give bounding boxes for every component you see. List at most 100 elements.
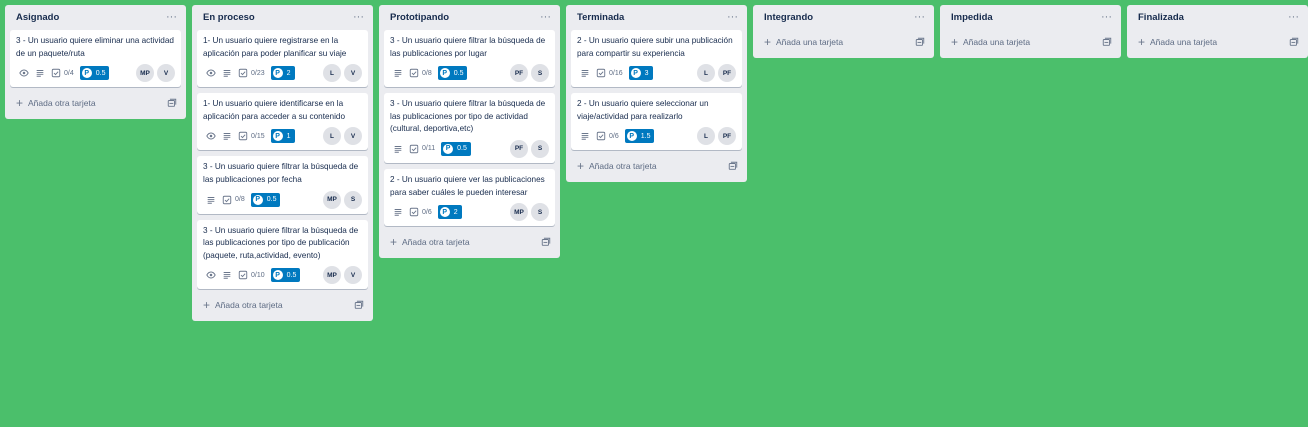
add-card-button[interactable]: + Añada una tarjeta — [1132, 30, 1303, 54]
list-integrando[interactable]: Integrando ··· + Añada una tarjeta — [753, 5, 934, 58]
checklist-badge: 0/23 — [238, 68, 265, 78]
add-card-button[interactable]: + Añada una tarjeta — [758, 30, 929, 54]
list-prototipando[interactable]: Prototipando ··· 3 - Un usuario quiere fil… — [379, 5, 560, 259]
checklist-icon — [409, 144, 419, 154]
description-icon — [35, 68, 45, 78]
add-card-button[interactable]: + Añada una tarjeta — [945, 30, 1116, 54]
avatar[interactable]: MP — [510, 203, 528, 222]
avatar[interactable]: S — [344, 190, 362, 209]
add-card-button[interactable]: + Añada otra tarjeta — [10, 91, 181, 115]
add-card-label-wrap: + Añada una tarjeta — [951, 36, 1030, 48]
avatar[interactable]: S — [531, 139, 549, 158]
avatar[interactable]: V — [344, 127, 362, 146]
plus-icon: + — [16, 96, 24, 111]
more-icon[interactable]: ··· — [727, 12, 738, 23]
list-title[interactable]: Finalizada — [1138, 12, 1184, 23]
avatar[interactable]: MP — [323, 266, 341, 285]
card[interactable]: 2 - Un usuario quiere ver las publicacio… — [384, 168, 555, 227]
card[interactable]: 2 - Un usuario quiere seleccionar un via… — [571, 93, 742, 151]
points-icon: P — [626, 131, 637, 142]
list-header[interactable]: Integrando ··· — [758, 5, 929, 30]
add-card-button[interactable]: + Añada otra tarjeta — [197, 293, 368, 317]
avatar[interactable]: L — [697, 64, 715, 83]
checklist-count: 0/11 — [422, 145, 436, 153]
add-card-button[interactable]: + Añada otra tarjeta — [571, 154, 742, 178]
avatar[interactable]: V — [157, 64, 175, 83]
list-header[interactable]: Prototipando ··· — [384, 5, 555, 30]
more-icon[interactable]: ··· — [353, 12, 364, 23]
checklist-badge: 0/8 — [409, 68, 432, 78]
card-members: PF S — [510, 139, 549, 158]
avatar[interactable]: PF — [510, 64, 528, 83]
card-template-icon[interactable] — [1102, 37, 1112, 47]
avatar[interactable]: L — [697, 127, 715, 146]
add-card-button[interactable]: + Añada otra tarjeta — [384, 230, 555, 254]
more-icon[interactable]: ··· — [1101, 12, 1112, 23]
more-icon[interactable]: ··· — [540, 12, 551, 23]
card-template-icon[interactable] — [728, 161, 738, 171]
avatar[interactable]: L — [323, 127, 341, 146]
card-template-icon[interactable] — [541, 237, 551, 247]
eye-icon — [206, 270, 216, 280]
board: Asignado ··· 3 - Un usuario quiere elimina… — [5, 5, 1308, 322]
list-impedida[interactable]: Impedida ··· + Añada una tarjeta — [940, 5, 1121, 58]
more-icon[interactable]: ··· — [166, 12, 177, 23]
checklist-icon — [409, 68, 419, 78]
avatar[interactable]: PF — [510, 139, 528, 158]
card-template-icon[interactable] — [915, 37, 925, 47]
card-badges: 0/8 P 0.5 PF S — [390, 63, 549, 83]
card[interactable]: 1- Un usuario quiere identificarse en la… — [197, 93, 368, 151]
card-template-icon[interactable] — [354, 300, 364, 310]
more-icon[interactable]: ··· — [1288, 12, 1299, 23]
avatar[interactable]: MP — [136, 64, 154, 83]
avatar[interactable]: PF — [718, 127, 736, 146]
avatar[interactable]: V — [344, 64, 362, 83]
list-title[interactable]: En proceso — [203, 12, 255, 23]
card[interactable]: 3 - Un usuario quiere filtrar la búsqued… — [197, 156, 368, 214]
checklist-count: 0/23 — [251, 69, 265, 77]
card[interactable]: 3 - Un usuario quiere filtrar la búsqued… — [197, 219, 368, 290]
points-value: 2 — [453, 208, 458, 216]
description-icon — [393, 207, 403, 217]
description-icon — [580, 68, 590, 78]
plus-icon: + — [764, 35, 772, 49]
avatar[interactable]: MP — [323, 190, 341, 209]
list-title[interactable]: Prototipando — [390, 12, 449, 23]
avatar[interactable]: L — [323, 64, 341, 83]
card-badges: 0/10 P 0.5 MP V — [203, 265, 362, 285]
list-finalizada[interactable]: Finalizada ··· + Añada una tarjeta — [1127, 5, 1308, 58]
card[interactable]: 3 - Un usuario quiere filtrar la búsqued… — [384, 93, 555, 163]
list-header[interactable]: Impedida ··· — [945, 5, 1116, 30]
list-terminada[interactable]: Terminada ··· 2 - Un usuario quiere subir … — [566, 5, 747, 183]
card-template-icon[interactable] — [167, 98, 177, 108]
avatar[interactable]: S — [531, 203, 549, 222]
avatar[interactable]: V — [344, 266, 362, 285]
list-header[interactable]: En proceso ··· — [197, 5, 368, 30]
list-title[interactable]: Terminada — [577, 12, 624, 23]
list-title[interactable]: Impedida — [951, 12, 993, 23]
checklist-badge: 0/16 — [596, 68, 623, 78]
card[interactable]: 1- Un usuario quiere registrarse en la a… — [197, 30, 368, 88]
avatar[interactable]: S — [531, 64, 549, 83]
list-title[interactable]: Integrando — [764, 12, 813, 23]
list-header[interactable]: Finalizada ··· — [1132, 5, 1303, 30]
list-header[interactable]: Asignado ··· — [10, 5, 181, 30]
list-title[interactable]: Asignado — [16, 12, 59, 23]
avatar[interactable]: PF — [718, 64, 736, 83]
points-value: 0.5 — [95, 69, 106, 77]
badge-row: 0/6 P 2 — [390, 205, 462, 220]
card-template-icon[interactable] — [1289, 37, 1299, 47]
card[interactable]: 2 - Un usuario quiere subir una publicac… — [571, 30, 742, 88]
list-header[interactable]: Terminada ··· — [571, 5, 742, 30]
list-en-proceso[interactable]: En proceso ··· 1- Un usuario quiere regist… — [192, 5, 373, 322]
card[interactable]: 3 - Un usuario quiere filtrar la búsqued… — [384, 30, 555, 88]
card-title: 3 - Un usuario quiere filtrar la búsqued… — [203, 225, 359, 260]
badge-row: 0/16 P 3 — [577, 66, 653, 81]
card-members: L PF — [697, 64, 736, 83]
list-asignado[interactable]: Asignado ··· 3 - Un usuario quiere elimina… — [5, 5, 186, 120]
add-card-label-wrap: + Añada otra tarjeta — [203, 299, 283, 311]
card[interactable]: 3 - Un usuario quiere eliminar una activ… — [10, 30, 181, 88]
card-badges: 0/6 P 1.5 L PF — [577, 126, 736, 146]
badge-row: 0/4 P 0.5 — [16, 66, 110, 81]
more-icon[interactable]: ··· — [914, 12, 925, 23]
